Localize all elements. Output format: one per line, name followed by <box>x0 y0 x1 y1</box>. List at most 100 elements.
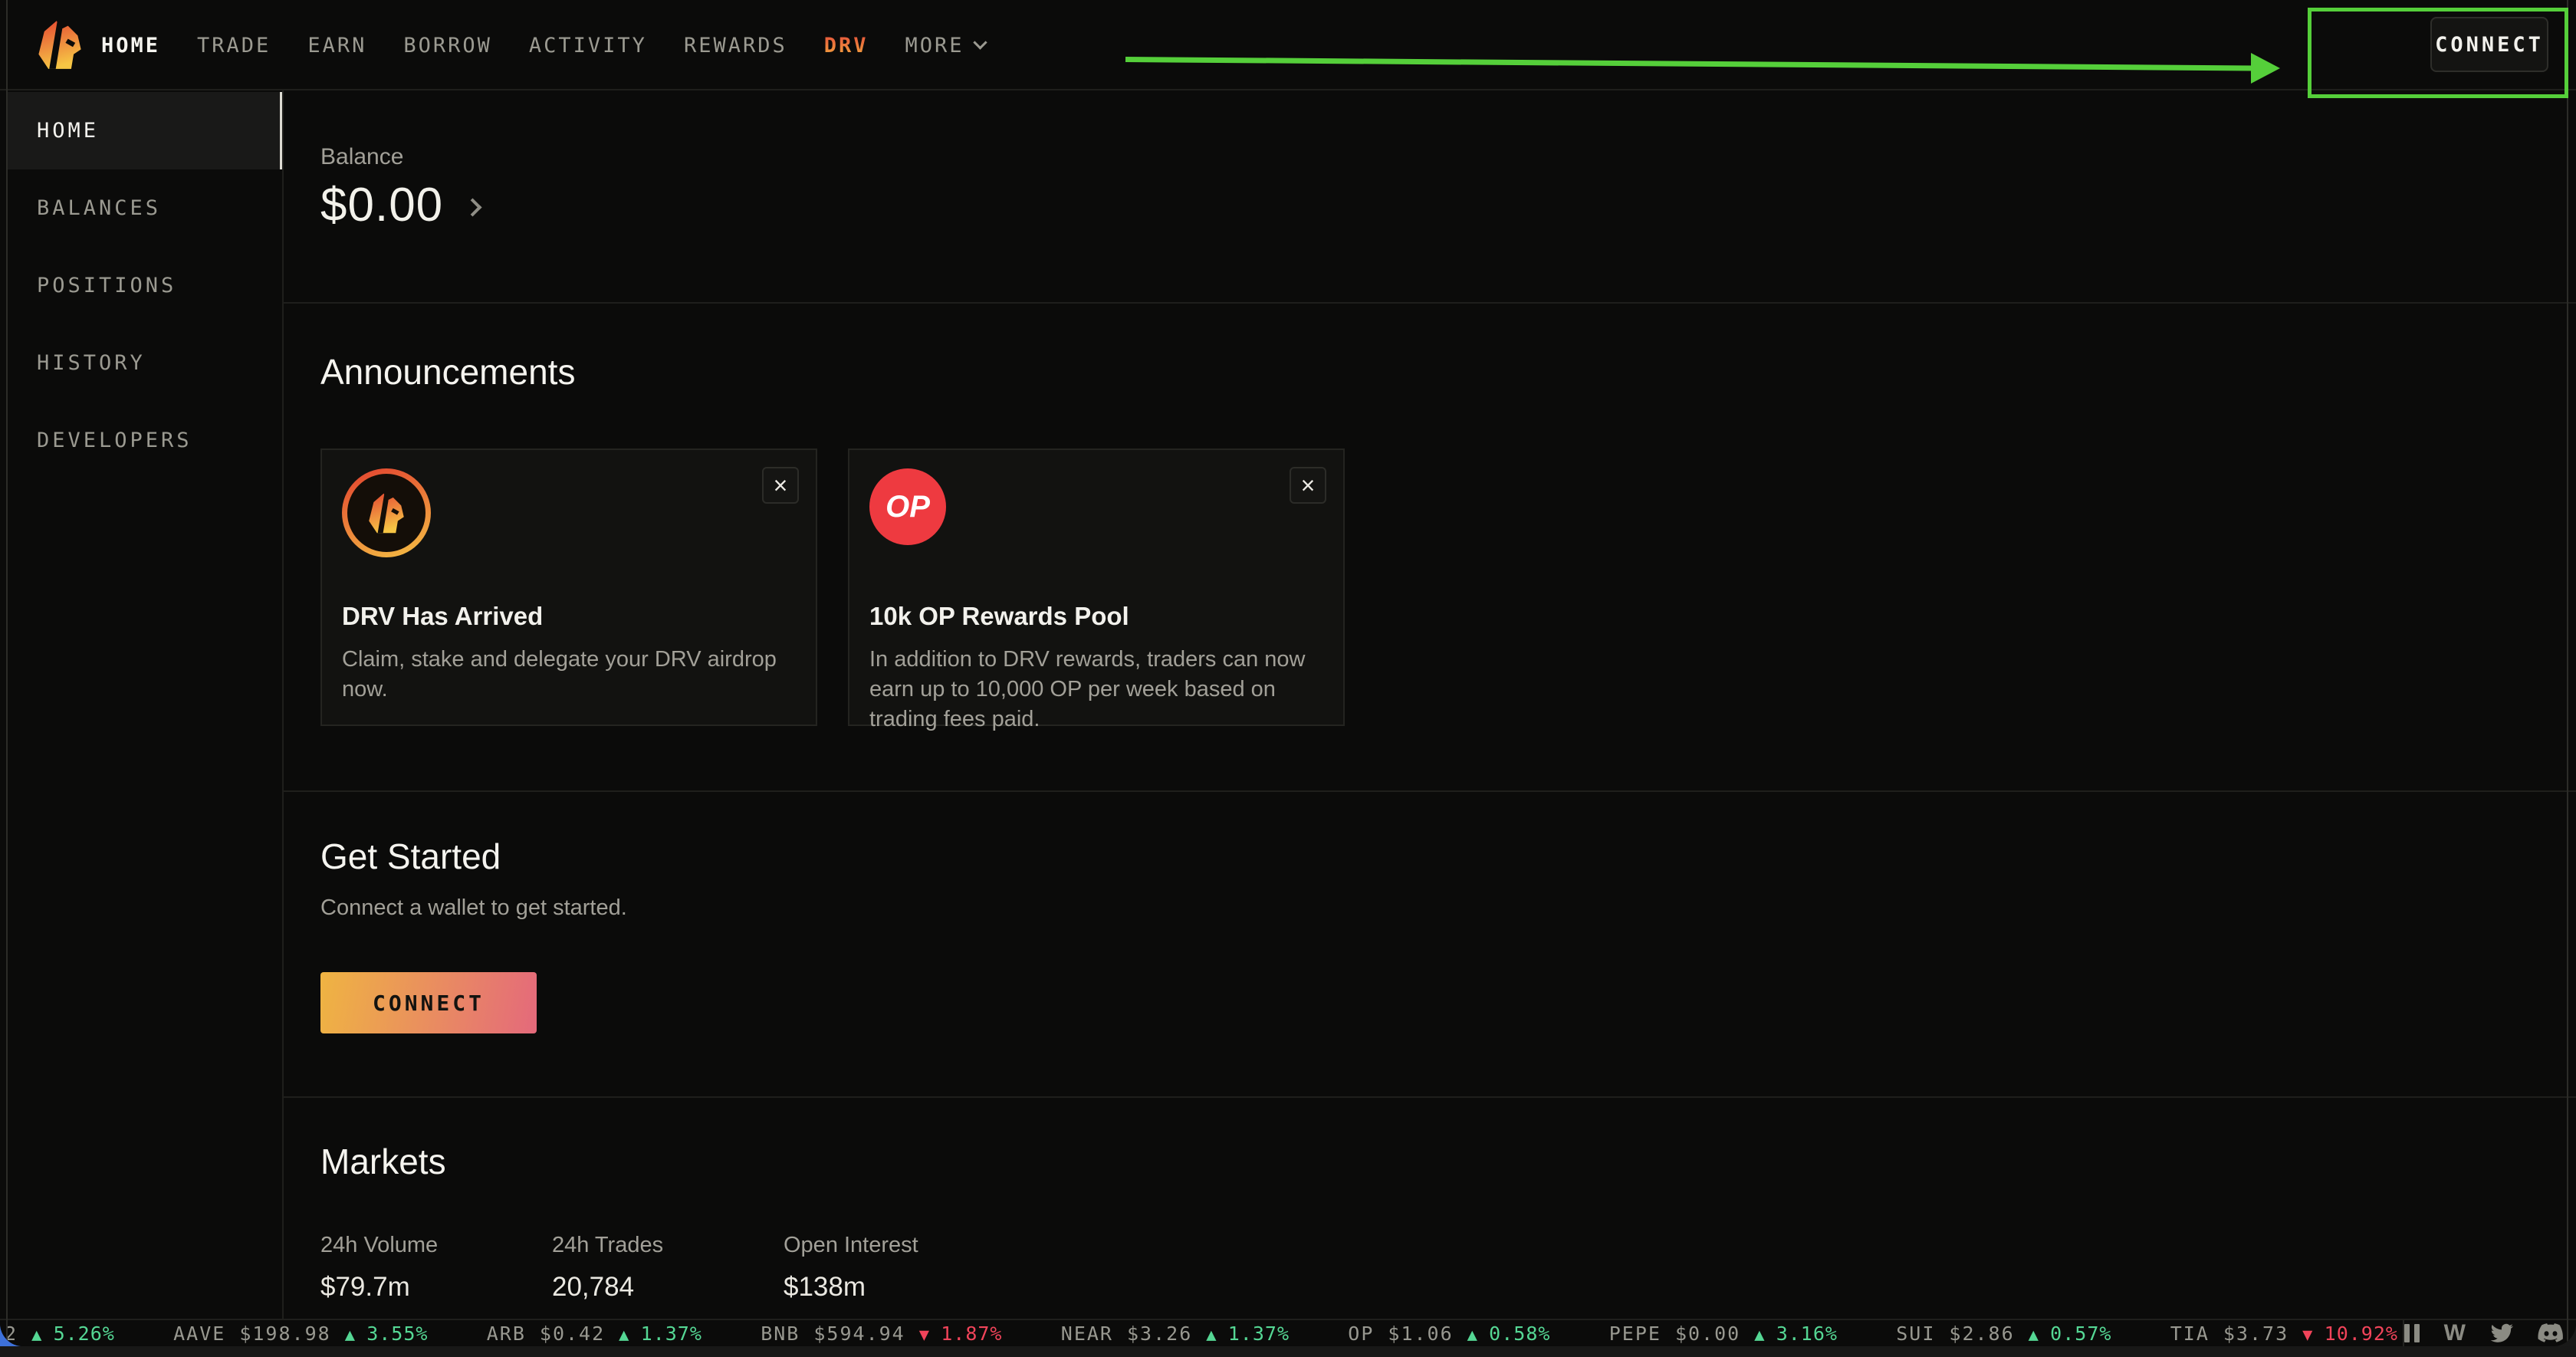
announcement-title: DRV Has Arrived <box>342 602 543 631</box>
ticker-change: 10.92% <box>2302 1322 2398 1345</box>
get-started-title: Get Started <box>320 836 501 877</box>
nav-earn[interactable]: EARN <box>307 34 366 58</box>
ticker-item[interactable]: AAVE $198.98 3.55% <box>173 1322 428 1345</box>
ticker-price: $594.94 <box>813 1322 905 1345</box>
ticker-symbol: NEAR <box>1061 1322 1113 1345</box>
twitter-icon[interactable] <box>2490 1323 2513 1343</box>
ticker-item[interactable]: PEPE $0.00 3.16% <box>1609 1322 1838 1345</box>
announcement-cards: × DRV Has Arrived Claim, stake and deleg… <box>320 449 1345 726</box>
ticker-item[interactable]: NEAR $3.26 1.37% <box>1061 1322 1290 1345</box>
derive-badge-icon <box>342 468 431 557</box>
ticker-change: 5.26% <box>31 1322 115 1345</box>
stat-value: $138m <box>784 1272 918 1303</box>
ticker-price: $3.26 <box>1127 1322 1192 1345</box>
connect-wallet-button-primary[interactable]: CONNECT <box>320 972 537 1033</box>
ticker-change: 3.16% <box>1754 1322 1838 1345</box>
op-badge-icon: OP <box>869 468 946 545</box>
ticker-change: 1.37% <box>619 1322 702 1345</box>
markets-stats: 24h Volume $79.7m 24h Trades 20,784 Open… <box>320 1233 918 1303</box>
ticker-symbol: PEPE <box>1609 1322 1661 1345</box>
ticker-change: 1.87% <box>919 1322 1003 1345</box>
ticker-symbol: BNB <box>761 1322 800 1345</box>
price-ticker-bar: 2 5.26% AAVE $198.98 3.55% ARB $0.42 1.3… <box>0 1319 2576 1346</box>
markets-title: Markets <box>320 1141 446 1182</box>
chevron-right-icon <box>464 198 482 216</box>
sidebar-item-balances[interactable]: BALANCES <box>8 169 282 247</box>
main-nav: HOME TRADE EARN BORROW ACTIVITY REWARDS … <box>101 0 985 90</box>
ticker-item[interactable]: TIA $3.73 10.92% <box>2170 1322 2398 1345</box>
right-window-edge <box>2567 0 2568 1346</box>
sidebar-item-positions[interactable]: POSITIONS <box>8 247 282 324</box>
ticker-items: 2 5.26% AAVE $198.98 3.55% ARB $0.42 1.3… <box>5 1320 2398 1346</box>
stat-24h-volume: 24h Volume $79.7m <box>320 1233 552 1303</box>
annotation-arrow-head <box>2251 53 2280 84</box>
ticker-item[interactable]: OP $1.06 0.58% <box>1348 1322 1550 1345</box>
nav-activity[interactable]: ACTIVITY <box>529 34 647 58</box>
stat-24h-trades: 24h Trades 20,784 <box>552 1233 784 1303</box>
nav-home[interactable]: HOME <box>101 34 160 58</box>
top-navbar: HOME TRADE EARN BORROW ACTIVITY REWARDS … <box>0 0 2576 90</box>
warpcast-icon[interactable]: W <box>2444 1320 2466 1346</box>
close-icon[interactable]: × <box>762 467 799 504</box>
ticker-price: $198.98 <box>239 1322 330 1345</box>
ticker-symbol: AAVE <box>173 1322 225 1345</box>
ticker-symbol: ARB <box>487 1322 526 1345</box>
sidebar-divider <box>282 90 284 1320</box>
sidebar: HOME BALANCES POSITIONS HISTORY DEVELOPE… <box>8 92 282 479</box>
stat-value: $79.7m <box>320 1272 552 1303</box>
ticker-price: $0.42 <box>540 1322 605 1345</box>
section-divider <box>282 790 2576 792</box>
section-divider <box>282 1096 2576 1098</box>
balance-value: $0.00 <box>320 178 443 232</box>
ticker-symbol: TIA <box>2170 1322 2210 1345</box>
left-window-edge <box>6 0 8 1346</box>
nav-drv[interactable]: DRV <box>824 34 869 58</box>
annotation-highlight-box <box>2308 8 2568 98</box>
nav-more[interactable]: MORE <box>905 34 985 58</box>
stat-open-interest: Open Interest $138m <box>784 1233 918 1303</box>
chevron-down-icon <box>973 35 987 49</box>
app-window: HOME TRADE EARN BORROW ACTIVITY REWARDS … <box>0 0 2576 1346</box>
ticker-item[interactable]: SUI $2.86 0.57% <box>1896 1322 2111 1345</box>
nav-borrow[interactable]: BORROW <box>403 34 492 58</box>
sidebar-item-history[interactable]: HISTORY <box>8 324 282 402</box>
get-started-subtitle: Connect a wallet to get started. <box>320 895 627 921</box>
ticker-price: $2.86 <box>1949 1322 2014 1345</box>
stat-label: Open Interest <box>784 1233 918 1258</box>
ticker-symbol: OP <box>1348 1322 1374 1345</box>
ticker-price: $0.00 <box>1675 1322 1740 1345</box>
announcements-title: Announcements <box>320 351 575 393</box>
window-bottom-strip <box>0 1346 2576 1357</box>
announcement-body: In addition to DRV rewards, traders can … <box>869 645 1329 734</box>
nav-more-label: MORE <box>905 34 964 58</box>
section-divider <box>282 302 2576 304</box>
ticker-change: 1.37% <box>1206 1322 1290 1345</box>
nav-trade[interactable]: TRADE <box>197 34 271 58</box>
nav-rewards[interactable]: REWARDS <box>684 34 787 58</box>
op-logo-icon: OP <box>869 468 946 545</box>
ticker-change: 0.57% <box>2029 1322 2112 1345</box>
stat-label: 24h Trades <box>552 1233 784 1258</box>
close-icon[interactable]: × <box>1290 467 1326 504</box>
announcement-card-drv[interactable]: × DRV Has Arrived Claim, stake and deleg… <box>320 449 817 726</box>
ticker-item[interactable]: BNB $594.94 1.87% <box>761 1322 1002 1345</box>
ticker-icons: W <box>2404 1320 2564 1346</box>
announcement-card-op[interactable]: OP × 10k OP Rewards Pool In addition to … <box>848 449 1345 726</box>
ticker-item[interactable]: ARB $0.42 1.37% <box>487 1322 702 1345</box>
balance-link[interactable]: $0.00 <box>320 178 479 232</box>
ticker-price: $3.73 <box>2223 1322 2288 1345</box>
ticker-change: 3.55% <box>345 1322 429 1345</box>
sidebar-item-home[interactable]: HOME <box>8 92 282 169</box>
ticker-symbol: SUI <box>1896 1322 1935 1345</box>
discord-icon[interactable] <box>2538 1323 2564 1343</box>
ticker-price: $1.06 <box>1388 1322 1453 1345</box>
ticker-item[interactable]: 2 5.26% <box>5 1322 115 1345</box>
derive-logo-icon <box>365 491 408 534</box>
derive-logo-icon[interactable] <box>34 18 86 71</box>
balance-label: Balance <box>320 144 403 170</box>
pause-icon[interactable] <box>2404 1324 2420 1342</box>
announcement-title: 10k OP Rewards Pool <box>869 602 1129 631</box>
announcement-body: Claim, stake and delegate your DRV airdr… <box>342 645 802 705</box>
sidebar-item-developers[interactable]: DEVELOPERS <box>8 402 282 479</box>
stat-value: 20,784 <box>552 1272 784 1303</box>
